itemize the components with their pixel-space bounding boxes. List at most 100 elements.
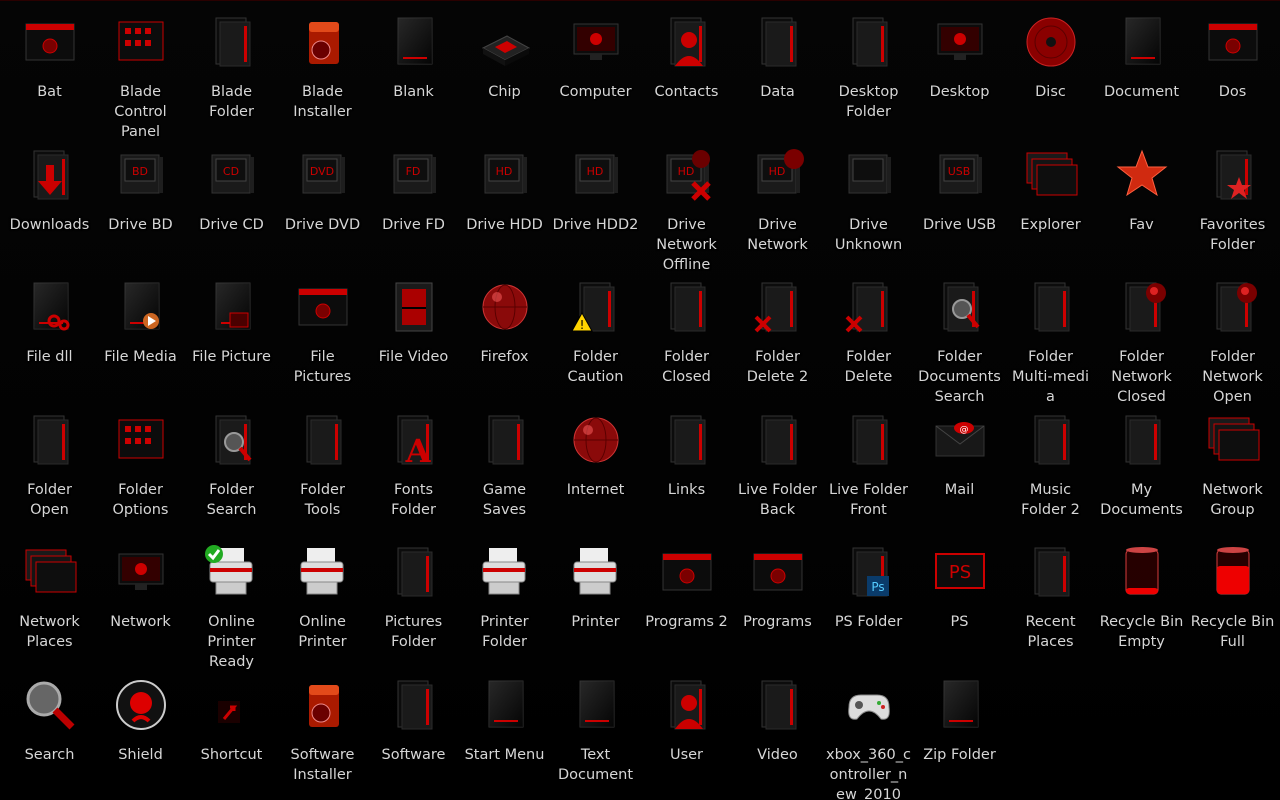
desktop-icon-monitor[interactable]: Computer <box>550 6 641 138</box>
desktop-icon-fonts-folder[interactable]: A Fonts Folder <box>368 404 459 536</box>
desktop-icon-drive-bd[interactable]: BD Drive BD <box>95 139 186 271</box>
desktop-icon-drive-cd[interactable]: CD Drive CD <box>186 139 277 271</box>
desktop-icon-text-document[interactable]: Text Document <box>550 669 641 800</box>
desktop-icon-my-documents[interactable]: My Documents <box>1096 404 1187 536</box>
desktop-icon-network-places[interactable]: Network Places <box>4 536 95 668</box>
printer-folder-icon <box>477 544 533 600</box>
desktop-icon-folder-network-closed[interactable]: Folder Network Closed <box>1096 271 1187 405</box>
desktop-icon-document[interactable]: Document <box>1096 6 1187 138</box>
desktop-icon-drive-unknown[interactable]: Drive Unknown <box>823 139 914 271</box>
desktop-icon-programs-2[interactable]: Programs 2 <box>641 536 732 668</box>
desktop-icon-zip-folder[interactable]: Zip Folder <box>914 669 1005 800</box>
desktop-icon-gamepad[interactable]: xbox_360_c ontroller_n ew_2010 <box>823 669 914 800</box>
desktop-icon-desktop-folder[interactable]: Desktop Folder <box>823 6 914 138</box>
desktop-icon-folder-closed[interactable]: Folder Closed <box>641 271 732 403</box>
icon-label: File Pictures <box>293 349 352 385</box>
desktop-icon-game-saves[interactable]: Game Saves <box>459 404 550 536</box>
top-border <box>0 0 1280 1</box>
desktop-icon-desktop[interactable]: Desktop <box>914 6 1005 138</box>
desktop-icon-dos-window[interactable]: Dos <box>1187 6 1278 138</box>
desktop-icon-drive-hdd[interactable]: HD Drive HDD <box>459 139 550 271</box>
desktop-icon-recent-places[interactable]: Recent Places <box>1005 536 1096 668</box>
desktop-icon-drive-network[interactable]: HD Drive Network <box>732 139 823 271</box>
desktop-icon-programs[interactable]: Programs <box>732 536 823 668</box>
icon-label: Favorites Folder <box>1199 216 1266 253</box>
desktop-icon-shortcut-arrow[interactable]: Shortcut <box>186 669 277 800</box>
desktop-icon-magnifier[interactable]: Search <box>4 669 95 800</box>
desktop-icon-printer[interactable]: Printer <box>550 536 641 668</box>
network-group-icon <box>1205 412 1261 468</box>
desktop: Bat Blade Control Panel Blade Folder Bla… <box>0 0 1280 800</box>
desktop-icon-folder-documents-search[interactable]: Folder Documents Search <box>914 271 1005 405</box>
drive-cd-icon: CD <box>204 147 260 203</box>
desktop-icon-ps-folder[interactable]: Ps PS Folder <box>823 536 914 668</box>
desktop-icon-downloads-arrow[interactable]: Downloads <box>4 139 95 271</box>
desktop-icon-drive-usb[interactable]: USB Drive USB <box>914 139 1005 271</box>
desktop-icon-live-folder-front[interactable]: Live Folder Front <box>823 404 914 536</box>
desktop-icon-recycle-bin-full[interactable]: Recycle Bin Full <box>1187 536 1278 668</box>
desktop-icon-folder-caution[interactable]: ! Folder Caution <box>550 271 641 403</box>
desktop-icon-folder-delete-2[interactable]: Folder Delete 2 <box>732 271 823 403</box>
desktop-icon-folder-options[interactable]: Folder Options <box>95 404 186 536</box>
icon-label: xbox_360_c ontroller_n ew_2010 <box>826 746 911 800</box>
desktop-icon-file-pictures[interactable]: File Pictures <box>277 271 368 403</box>
drive-network-offline-icon: HD <box>659 147 715 203</box>
desktop-icon-disc[interactable]: Disc <box>1005 6 1096 138</box>
desktop-icon-file-media[interactable]: File Media <box>95 271 186 403</box>
desktop-icon-contacts[interactable]: Contacts <box>641 6 732 138</box>
desktop-icon-star[interactable]: Fav <box>1096 139 1187 271</box>
desktop-icon-data-folder[interactable]: Data <box>732 6 823 138</box>
icon-label: PS <box>950 614 969 630</box>
software-icon <box>386 677 442 733</box>
desktop-icon-mail-envelope[interactable]: @ Mail <box>914 404 1005 536</box>
icon-label: Printer Folder <box>480 614 529 650</box>
document-icon <box>1114 14 1170 70</box>
desktop-icon-chip[interactable]: Chip <box>459 6 550 138</box>
desktop-icon-music-folder[interactable]: Music Folder 2 <box>1005 404 1096 536</box>
icon-label: Folder Options <box>112 481 169 518</box>
desktop-icon-printer-ready[interactable]: Online Printer Ready <box>186 536 277 670</box>
desktop-icon <box>932 14 988 70</box>
desktop-icon-drive-dvd[interactable]: DVD Drive DVD <box>277 139 368 271</box>
desktop-icon-video-folder[interactable]: Video <box>732 669 823 800</box>
desktop-icon-firefox[interactable]: Firefox <box>459 271 550 403</box>
desktop-icon-internet-globe[interactable]: Internet <box>550 404 641 536</box>
desktop-icon-folder-open[interactable]: Folder Open <box>4 404 95 536</box>
desktop-icon-blank-document[interactable]: Blank <box>368 6 459 138</box>
desktop-icon-drive-hdd2[interactable]: HD Drive HDD2 <box>550 139 641 271</box>
desktop-icon-folder-delete[interactable]: Folder Delete <box>823 271 914 403</box>
desktop-icon-recycle-bin-empty[interactable]: Recycle Bin Empty <box>1096 536 1187 668</box>
desktop-icon-drive-network-offline[interactable]: HD Drive Network Offline <box>641 139 732 273</box>
desktop-icon-software[interactable]: Software <box>368 669 459 800</box>
software-installer-icon <box>295 677 351 733</box>
desktop-icon-network-group[interactable]: Network Group <box>1187 404 1278 536</box>
desktop-icon-file-video[interactable]: File Video <box>368 271 459 403</box>
desktop-icon-installer-box[interactable]: Blade Installer <box>277 6 368 138</box>
text-document-icon <box>568 677 624 733</box>
desktop-icon-folder-network-open[interactable]: Folder Network Open <box>1187 271 1278 405</box>
desktop-icon-links-folder[interactable]: Links <box>641 404 732 536</box>
desktop-icon-ps[interactable]: PS PS <box>914 536 1005 668</box>
desktop-icon-favorites-folder[interactable]: Favorites Folder <box>1187 139 1278 271</box>
desktop-icon-printer-folder[interactable]: Printer Folder <box>459 536 550 668</box>
desktop-icon-start-menu[interactable]: Start Menu <box>459 669 550 800</box>
desktop-icon-file-dll[interactable]: File dll <box>4 271 95 403</box>
desktop-icon-bat-window-gear[interactable]: Bat <box>4 6 95 138</box>
desktop-icon-user[interactable]: User <box>641 669 732 800</box>
desktop-icon-online-printer[interactable]: Online Printer <box>277 536 368 668</box>
desktop-icon-pictures-folder[interactable]: Pictures Folder <box>368 536 459 668</box>
desktop-icon-folder[interactable]: Blade Folder <box>186 6 277 138</box>
desktop-icon-file-picture[interactable]: File Picture <box>186 271 277 403</box>
desktop-icon-control-panel[interactable]: Blade Control Panel <box>95 6 186 140</box>
icon-label: Software <box>381 746 446 763</box>
desktop-icon-drive-fd[interactable]: FD Drive FD <box>368 139 459 271</box>
desktop-icon-folder-search[interactable]: Folder Search <box>186 404 277 536</box>
desktop-icon-explorer-windows[interactable]: Explorer <box>1005 139 1096 271</box>
desktop-icon-live-folder-back[interactable]: Live Folder Back <box>732 404 823 536</box>
desktop-icon-folder-multimedia[interactable]: Folder Multi-medi a <box>1005 271 1096 405</box>
desktop-icon-network-monitor[interactable]: Network <box>95 536 186 668</box>
desktop-icon-folder-tools[interactable]: Folder Tools <box>277 404 368 536</box>
desktop-icon-shield[interactable]: Shield <box>95 669 186 800</box>
icon-label: Bat <box>37 84 62 100</box>
desktop-icon-software-installer[interactable]: Software Installer <box>277 669 368 800</box>
